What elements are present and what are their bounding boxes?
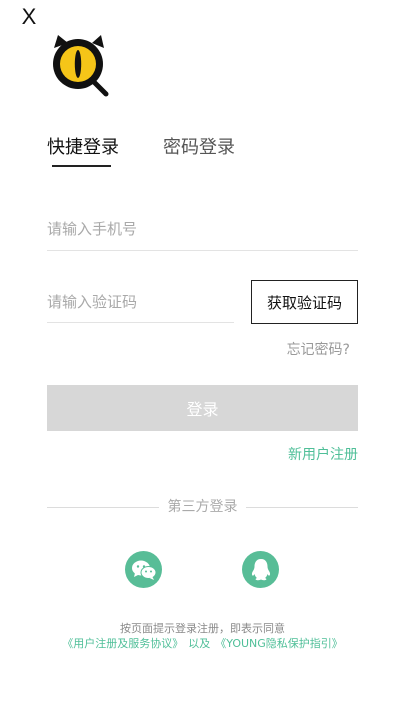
qq-icon [251, 558, 270, 580]
phone-input-underline [47, 250, 358, 251]
privacy-policy-link[interactable]: 《YOUNG隐私保护指引》 [215, 637, 343, 650]
agreement-links: 《用户注册及服务协议》 以及 《YOUNG隐私保护指引》 [0, 635, 405, 651]
wechat-login-button[interactable] [125, 551, 162, 588]
get-code-button[interactable]: 获取验证码 [251, 280, 358, 324]
close-button[interactable]: X [16, 4, 42, 30]
code-input-underline [47, 322, 234, 323]
active-tab-indicator [52, 165, 111, 167]
cat-magnifier-logo-icon [53, 35, 109, 97]
tab-password-login[interactable]: 密码登录 [163, 136, 235, 172]
verification-code-input[interactable] [47, 287, 233, 317]
app-logo [48, 32, 112, 100]
agreement-text: 按页面提示登录注册，即表示同意 [120, 622, 285, 635]
login-page: X 快捷登录 密码登录 获取验证码 忘记密码? 登录 新用户注册 第三方登录 [0, 0, 405, 720]
forgot-password-link[interactable]: 忘记密码? [287, 339, 350, 359]
user-agreement-link[interactable]: 《用户注册及服务协议》 [62, 637, 183, 650]
third-party-divider: 第三方登录 [47, 497, 358, 517]
login-button[interactable]: 登录 [47, 385, 358, 431]
phone-input[interactable] [47, 214, 357, 244]
wechat-icon [131, 560, 156, 580]
agreement-joiner: 以及 [188, 637, 211, 650]
register-link[interactable]: 新用户注册 [288, 444, 358, 464]
qq-login-button[interactable] [242, 551, 279, 588]
divider-line-right [246, 507, 358, 508]
